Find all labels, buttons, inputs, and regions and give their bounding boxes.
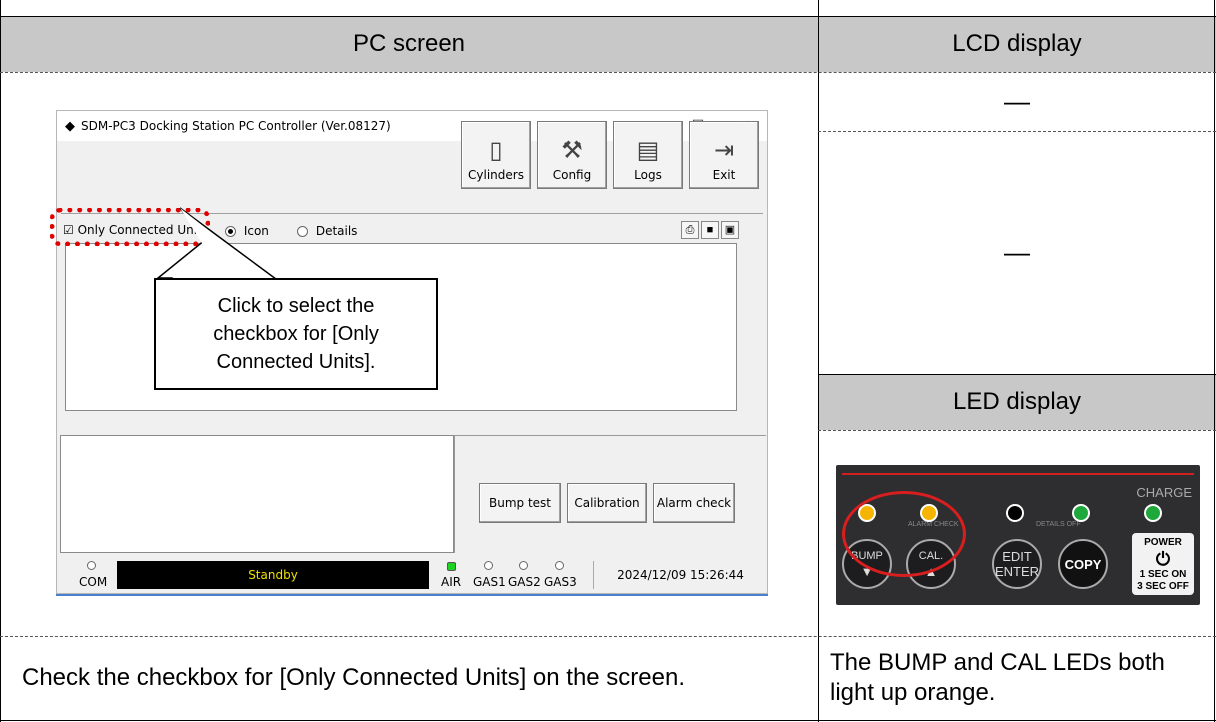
radio-unselected-icon (297, 226, 308, 237)
enter-label: ENTER (994, 564, 1040, 579)
clipboard-button[interactable]: ▣ (721, 221, 739, 239)
gas1-led-icon (484, 561, 493, 570)
datetime-display: 2024/12/09 15:26:44 (593, 561, 767, 589)
details-off-label: DETAILS OFF (1036, 521, 1081, 528)
copy-led-green (1072, 504, 1090, 522)
tools-icon: ⚒ (561, 136, 583, 164)
gas3-label: GAS3 (544, 575, 577, 589)
action-panel: Bump test Calibration Alarm check (454, 435, 766, 553)
datetime-text: 2024/12/09 15:26:44 (617, 568, 744, 582)
status-bar: COM Standby AIR GAS1 GAS2 GAS3 2024/12/0… (57, 557, 767, 593)
charge-label: CHARGE (1136, 485, 1192, 500)
led-header-rule (818, 430, 1216, 431)
copy-label: COPY (1064, 556, 1102, 572)
lcd-display-header: LCD display (818, 16, 1216, 72)
com-led-icon (87, 561, 96, 570)
log-panel (60, 435, 454, 553)
gas1-label: GAS1 (473, 575, 506, 589)
caption-led: The BUMP and CAL LEDs both light up oran… (830, 649, 1165, 706)
clipboard-icon: ▣ (724, 224, 736, 236)
cylinders-button[interactable]: ▯ Cylinders (461, 121, 531, 189)
view-details-radio[interactable]: Details (297, 224, 357, 238)
alarm-check-label: Alarm check (656, 496, 732, 510)
power-on-label: 1 SEC ON (1139, 569, 1187, 580)
status-display: Standby (117, 561, 429, 589)
exit-button[interactable]: ⇥ Exit (689, 121, 759, 189)
bump-cal-highlight (842, 491, 966, 577)
lcd-value-2: — (1004, 237, 1030, 267)
print-button[interactable]: ⎙ (681, 221, 699, 239)
gas2-led-icon (519, 561, 528, 570)
logs-label: Logs (634, 168, 662, 182)
logs-button[interactable]: ▤ Logs (613, 121, 683, 189)
config-button[interactable]: ⚒ Config (537, 121, 607, 189)
log-book-icon: ▤ (636, 136, 660, 164)
copy-button: COPY (1058, 539, 1108, 589)
lcd-rule-2 (818, 374, 1216, 375)
save-icon: ■ (706, 224, 714, 236)
air-led-icon (447, 562, 456, 571)
print-icon: ⎙ (685, 224, 695, 236)
callout-pointer (155, 207, 283, 283)
gas3-led-icon (555, 561, 564, 570)
cylinder-icon: ▯ (489, 136, 503, 164)
bump-test-label: Bump test (488, 496, 551, 510)
power-button: POWER ⏻ 1 SEC ON 3 SEC OFF (1132, 533, 1194, 595)
exit-label: Exit (712, 168, 736, 182)
table-left-border (0, 0, 1, 722)
led-panel-red-stripe (842, 473, 1194, 475)
edit-enter-button: EDIT ENTER (992, 539, 1042, 589)
status-text: Standby (248, 568, 298, 582)
table-bottom-rule (0, 720, 1216, 721)
power-icon: ⏻ (1155, 549, 1171, 569)
alarm-check-button[interactable]: Alarm check (653, 483, 735, 523)
com-label: COM (79, 575, 108, 589)
power-label: POWER (1144, 537, 1182, 548)
gas2-label: GAS2 (508, 575, 541, 589)
calibration-button[interactable]: Calibration (567, 483, 647, 523)
window-bottom-accent (56, 594, 768, 596)
lcd-display-header-text: LCD display (952, 30, 1082, 57)
callout-text: Click to select the checkbox for [Only C… (213, 295, 379, 373)
config-label: Config (552, 168, 592, 182)
power-off-label: 3 SEC OFF (1137, 581, 1189, 592)
pc-screen-header-text: PC screen (352, 30, 466, 57)
app-icon: ◆ (65, 118, 75, 134)
led-display-header-text: LED display (952, 388, 1082, 415)
air-label: AIR (441, 575, 462, 589)
caption-pc: Check the checkbox for [Only Connected U… (22, 664, 686, 691)
bump-test-button[interactable]: Bump test (479, 483, 561, 523)
led-panel: CHARGE ALARM CHECK DETAILS OFF BUMP ▼ CA… (836, 465, 1200, 605)
callout-box: Click to select the checkbox for [Only C… (154, 278, 438, 390)
pc-screen-header: PC screen (0, 16, 818, 72)
table-top-rule (0, 16, 1216, 17)
edit-led-off (1006, 504, 1024, 522)
save-button[interactable]: ■ (701, 221, 719, 239)
edit-label: EDIT (1002, 549, 1032, 564)
lcd-value-1: — (1004, 86, 1030, 116)
exit-door-icon: ⇥ (713, 136, 735, 164)
charge-led-green (1144, 504, 1162, 522)
led-display-header: LED display (818, 374, 1216, 430)
calibration-label: Calibration (574, 496, 640, 510)
cylinders-label: Cylinders (468, 168, 524, 182)
view-details-label: Details (315, 224, 358, 238)
